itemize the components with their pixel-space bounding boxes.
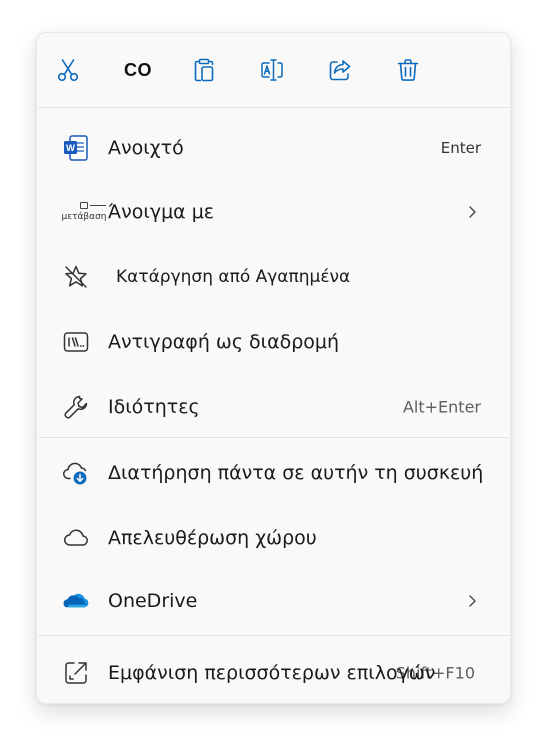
menu-item-label: Εμφάνιση περισσότερων επιλογών bbox=[108, 662, 436, 684]
star-remove-icon bbox=[61, 262, 91, 292]
show-more-icon bbox=[61, 658, 91, 688]
menu-item-remove-favorites[interactable]: Κατάργηση από Αγαπημένα bbox=[38, 248, 509, 306]
menu-item-open[interactable]: W Ανοιχτό Enter bbox=[38, 119, 509, 177]
menu-item-properties[interactable]: Ιδιότητες Alt+Enter bbox=[38, 378, 509, 436]
clipboard-icon bbox=[191, 57, 217, 83]
menu-item-label: Διατήρηση πάντα σε αυτήν τη συσκευή bbox=[108, 462, 484, 484]
open-with-box-icon bbox=[80, 202, 106, 209]
wrench-icon bbox=[61, 392, 91, 422]
menu-item-label: Ιδιότητες bbox=[108, 396, 200, 418]
open-with-icon-text: μετάβαση bbox=[61, 212, 107, 222]
share-icon bbox=[327, 57, 353, 83]
menu-item-label: Απελευθέρωση χώρου bbox=[108, 527, 317, 549]
share-button[interactable] bbox=[323, 53, 357, 87]
onedrive-icon bbox=[61, 586, 91, 616]
word-document-icon: W bbox=[61, 133, 91, 163]
copy-button[interactable]: CO bbox=[121, 53, 155, 87]
paste-button[interactable] bbox=[187, 53, 221, 87]
shortcut-text: Alt+Enter bbox=[402, 397, 481, 417]
menu-item-label: Αντιγραφή ως διαδρομή bbox=[108, 331, 340, 353]
menu-item-onedrive[interactable]: OneDrive bbox=[38, 572, 509, 630]
chevron-right-icon bbox=[465, 594, 479, 608]
menu-item-label: OneDrive bbox=[108, 590, 198, 612]
menu-item-label: Κατάργηση από Αγαπημένα bbox=[116, 267, 351, 287]
rename-icon bbox=[259, 57, 285, 83]
divider bbox=[38, 437, 509, 438]
quick-action-toolbar: CO bbox=[37, 33, 510, 107]
menu-item-copy-as-path[interactable]: Αντιγραφή ως διαδρομή bbox=[38, 313, 509, 371]
divider bbox=[38, 107, 509, 108]
cloud-icon bbox=[61, 523, 91, 553]
copy-label: CO bbox=[124, 59, 152, 80]
open-with-icon: μετάβαση bbox=[60, 197, 108, 227]
context-menu: CO W Ανοιχτό Enter μετάβαση Άνοιγμα με Κ… bbox=[36, 32, 511, 704]
rename-button[interactable] bbox=[255, 53, 289, 87]
menu-item-always-keep[interactable]: Διατήρηση πάντα σε αυτήν τη συσκευή bbox=[38, 444, 509, 502]
scissors-icon bbox=[55, 57, 81, 83]
shortcut-text: Enter bbox=[440, 139, 481, 157]
menu-item-show-more-options[interactable]: Shift+F10 Εμφάνιση περισσότερων επιλογών bbox=[38, 644, 509, 702]
trash-icon bbox=[395, 57, 421, 83]
menu-item-label: Ανοιχτό bbox=[108, 137, 184, 159]
menu-item-label: Άνοιγμα με bbox=[108, 201, 215, 223]
menu-item-free-up-space[interactable]: Απελευθέρωση χώρου bbox=[38, 509, 509, 567]
chevron-right-icon bbox=[465, 205, 479, 219]
copy-path-icon bbox=[61, 327, 91, 357]
menu-item-open-with[interactable]: μετάβαση Άνοιγμα με bbox=[38, 183, 509, 241]
svg-text:W: W bbox=[66, 143, 75, 154]
cloud-download-icon bbox=[61, 458, 91, 488]
delete-button[interactable] bbox=[391, 53, 425, 87]
divider bbox=[38, 635, 509, 636]
cut-button[interactable] bbox=[51, 53, 85, 87]
